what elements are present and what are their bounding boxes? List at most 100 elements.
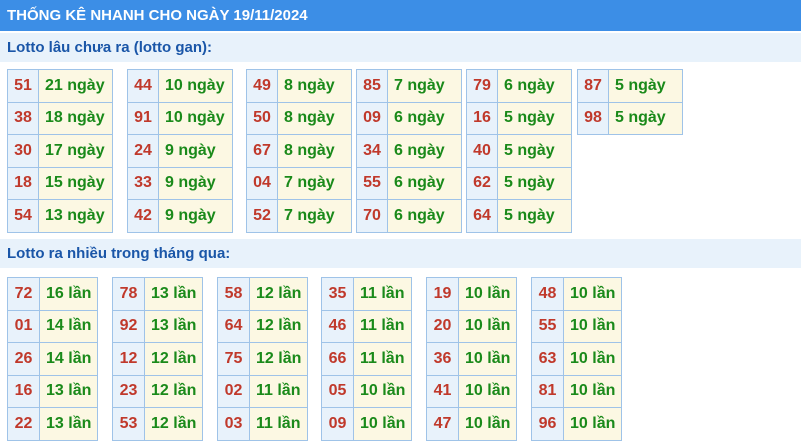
lotto-number: 48	[531, 277, 564, 311]
table-row: 40 5 ngày	[466, 134, 572, 168]
lotto-number: 33	[127, 166, 159, 200]
table-row: 03 11 lần	[217, 407, 308, 441]
lotto-number: 50	[246, 101, 278, 135]
times-appeared: 10 lần	[563, 342, 622, 376]
table-row: 30 17 ngày	[7, 134, 113, 168]
lotto-number: 42	[127, 199, 159, 233]
lotto-number: 22	[7, 407, 40, 441]
gan-group-4: 85 7 ngày 09 6 ngày 34 6 ngày 55 6 ngày 70 6 ngày	[356, 69, 462, 233]
table-row: 33 9 ngày	[127, 166, 233, 200]
lotto-number: 64	[466, 199, 498, 233]
lotto-number: 35	[321, 277, 354, 311]
table-row: 09 6 ngày	[356, 101, 462, 135]
table-row: 35 11 lần	[321, 277, 412, 311]
days-absent: 5 ngày	[608, 101, 683, 135]
lotto-number: 03	[217, 407, 250, 441]
lotto-number: 09	[321, 407, 354, 441]
table-row: 72 16 lần	[7, 277, 98, 311]
lotto-number: 38	[7, 101, 39, 135]
days-absent: 8 ngày	[277, 69, 352, 103]
lotto-number: 87	[577, 69, 609, 103]
days-absent: 7 ngày	[277, 166, 352, 200]
table-row: 64 5 ngày	[466, 199, 572, 233]
days-absent: 7 ngày	[277, 199, 352, 233]
nhieu-group-3: 58 12 lần 64 12 lần 75 12 lần 02 11 lần 03 11 lần	[217, 277, 308, 441]
table-row: 04 7 ngày	[246, 166, 352, 200]
gan-group-3: 49 8 ngày 50 8 ngày 67 8 ngày 04 7 ngày 52 7 ngày	[246, 69, 352, 233]
days-absent: 5 ngày	[497, 199, 572, 233]
times-appeared: 13 lần	[144, 277, 203, 311]
times-appeared: 12 lần	[144, 407, 203, 441]
lotto-number: 79	[466, 69, 498, 103]
days-absent: 6 ngày	[387, 199, 462, 233]
days-absent: 18 ngày	[38, 101, 113, 135]
times-appeared: 10 lần	[563, 309, 622, 343]
days-absent: 13 ngày	[38, 199, 113, 233]
table-row: 44 10 ngày	[127, 69, 233, 103]
table-row: 64 12 lần	[217, 309, 308, 343]
table-row: 19 10 lần	[426, 277, 517, 311]
lotto-number: 75	[217, 342, 250, 376]
days-absent: 6 ngày	[387, 101, 462, 135]
gan-group-5: 79 6 ngày 16 5 ngày 40 5 ngày 62 5 ngày 64 5 ngày	[466, 69, 572, 233]
times-appeared: 10 lần	[458, 342, 517, 376]
times-appeared: 11 lần	[249, 407, 308, 441]
times-appeared: 14 lần	[39, 342, 98, 376]
table-row: 70 6 ngày	[356, 199, 462, 233]
page-title: THỐNG KÊ NHANH CHO NGÀY 19/11/2024	[0, 0, 801, 31]
lotto-number: 96	[531, 407, 564, 441]
nhieu-group-4: 35 11 lần 46 11 lần 66 11 lần 05 10 lần 09 10 lần	[321, 277, 412, 441]
days-absent: 17 ngày	[38, 134, 113, 168]
lotto-number: 64	[217, 309, 250, 343]
lotto-number: 40	[466, 134, 498, 168]
times-appeared: 11 lần	[353, 342, 412, 376]
days-absent: 7 ngày	[387, 69, 462, 103]
lotto-number: 01	[7, 309, 40, 343]
section-title-lotto-gan: Lotto lâu chưa ra (lotto gan):	[0, 33, 801, 62]
table-row: 75 12 lần	[217, 342, 308, 376]
nhieu-group-5: 19 10 lần 20 10 lần 36 10 lần 41 10 lần 47 10 lần	[426, 277, 517, 441]
days-absent: 6 ngày	[387, 166, 462, 200]
lotto-number: 02	[217, 374, 250, 408]
days-absent: 6 ngày	[497, 69, 572, 103]
table-row: 85 7 ngày	[356, 69, 462, 103]
table-row: 87 5 ngày	[577, 69, 683, 103]
days-absent: 9 ngày	[158, 166, 233, 200]
table-row: 52 7 ngày	[246, 199, 352, 233]
table-row: 48 10 lần	[531, 277, 622, 311]
lotto-number: 30	[7, 134, 39, 168]
lotto-number: 78	[112, 277, 145, 311]
days-absent: 9 ngày	[158, 199, 233, 233]
table-row: 63 10 lần	[531, 342, 622, 376]
days-absent: 5 ngày	[497, 101, 572, 135]
lotto-number: 62	[466, 166, 498, 200]
days-absent: 8 ngày	[277, 134, 352, 168]
lotto-number: 67	[246, 134, 278, 168]
section-title-lotto-nhieu: Lotto ra nhiều trong tháng qua:	[0, 239, 801, 268]
lotto-number: 54	[7, 199, 39, 233]
table-row: 46 11 lần	[321, 309, 412, 343]
table-row: 55 6 ngày	[356, 166, 462, 200]
table-row: 38 18 ngày	[7, 101, 113, 135]
times-appeared: 16 lần	[39, 277, 98, 311]
lotto-number: 53	[112, 407, 145, 441]
times-appeared: 10 lần	[458, 407, 517, 441]
table-row: 02 11 lần	[217, 374, 308, 408]
table-row: 81 10 lần	[531, 374, 622, 408]
gan-group-2: 44 10 ngày 91 10 ngày 24 9 ngày 33 9 ngày 42 9 ng…	[127, 69, 233, 233]
nhieu-group-6: 48 10 lần 55 10 lần 63 10 lần 81 10 lần 96 10 lần	[531, 277, 622, 441]
table-row: 26 14 lần	[7, 342, 98, 376]
days-absent: 6 ngày	[387, 134, 462, 168]
lotto-number: 81	[531, 374, 564, 408]
days-absent: 21 ngày	[38, 69, 113, 103]
table-row: 49 8 ngày	[246, 69, 352, 103]
table-row: 51 21 ngày	[7, 69, 113, 103]
lotto-number: 46	[321, 309, 354, 343]
table-row: 05 10 lần	[321, 374, 412, 408]
table-row: 18 15 ngày	[7, 166, 113, 200]
lotto-number: 09	[356, 101, 388, 135]
lotto-number: 36	[426, 342, 459, 376]
lotto-number: 34	[356, 134, 388, 168]
times-appeared: 12 lần	[249, 342, 308, 376]
table-row: 34 6 ngày	[356, 134, 462, 168]
